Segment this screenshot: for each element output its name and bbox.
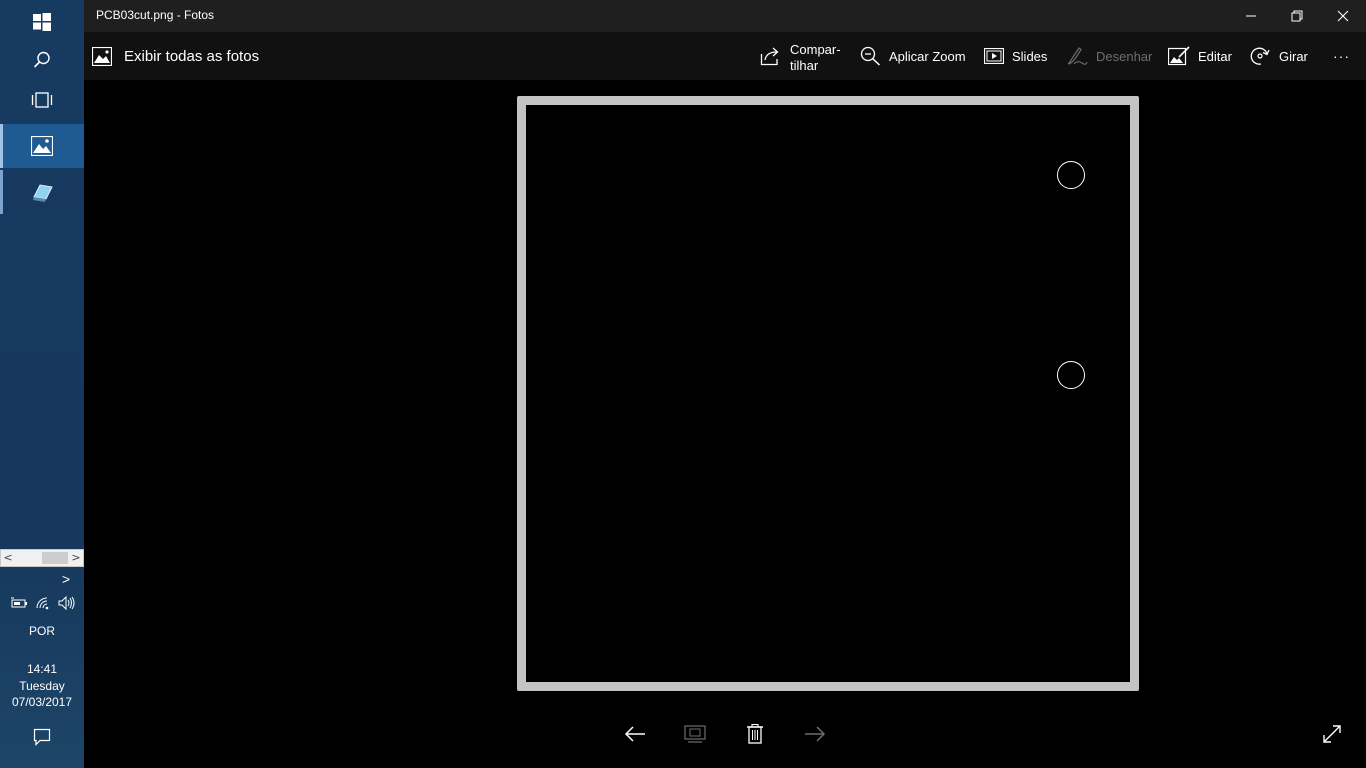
arrow-left-icon: [624, 726, 645, 742]
share-label-line1: Compar-: [790, 42, 841, 57]
present-button[interactable]: [679, 718, 711, 750]
system-tray-icons: [10, 595, 76, 611]
input-language-indicator[interactable]: POR: [0, 624, 84, 638]
trash-icon: [747, 724, 763, 744]
zoom-out-icon: [860, 46, 881, 66]
search-button[interactable]: [0, 38, 84, 82]
app-eraser-icon: [33, 184, 53, 202]
task-view-icon: [31, 92, 53, 108]
active-indicator: [0, 124, 3, 168]
restore-icon: [1291, 10, 1303, 22]
more-options-button[interactable]: ···: [1333, 32, 1350, 80]
pcb-hole: [1057, 361, 1085, 389]
scroll-right-button[interactable]: >: [69, 550, 83, 566]
task-view-button[interactable]: [0, 78, 84, 122]
window-title: PCB03cut.png - Fotos: [96, 8, 215, 22]
share-label-line2: tilhar: [790, 58, 819, 73]
clock-date[interactable]: 07/03/2017: [0, 695, 84, 709]
rotate-icon: [1250, 47, 1270, 65]
title-bar: PCB03cut.png - Fotos: [84, 0, 1366, 32]
search-icon: [33, 51, 50, 68]
draw-label: Desenhar: [1096, 48, 1153, 64]
pcb-hole: [1057, 161, 1085, 189]
show-all-photos-button[interactable]: Exibir todas as fotos: [92, 45, 259, 67]
scroll-left-button[interactable]: <: [1, 550, 15, 566]
action-center-button[interactable]: [0, 717, 84, 757]
share-icon: [760, 47, 779, 66]
slideshow-label: Slides: [1012, 48, 1048, 64]
delete-button[interactable]: [739, 718, 771, 750]
draw-pen-icon: [1067, 47, 1088, 65]
more-icon: ···: [1333, 48, 1350, 64]
close-button[interactable]: [1320, 0, 1366, 32]
present-icon: [684, 725, 706, 743]
minimize-icon: [1246, 15, 1256, 17]
scroll-thumb[interactable]: [42, 552, 68, 564]
open-indicator: [0, 170, 3, 214]
expand-icon: [1323, 725, 1341, 743]
taskbar-app-other[interactable]: [0, 170, 84, 214]
taskbar-app-photos[interactable]: [0, 124, 84, 168]
photo-canvas[interactable]: [517, 96, 1139, 691]
clock-time[interactable]: 14:41: [0, 662, 84, 676]
restore-button[interactable]: [1274, 0, 1320, 32]
slideshow-button[interactable]: Slides: [984, 32, 1047, 80]
edit-image-icon: [1168, 46, 1190, 66]
command-bar: Exibir todas as fotos Compar- tilhar Apl…: [84, 32, 1366, 80]
rotate-button[interactable]: Girar: [1250, 32, 1308, 80]
zoom-label: Aplicar Zoom: [889, 48, 966, 64]
volume-icon[interactable]: [58, 596, 76, 610]
notification-icon: [33, 728, 51, 746]
slideshow-icon: [984, 48, 1004, 64]
next-photo-button[interactable]: [799, 718, 831, 750]
full-screen-button[interactable]: [1316, 718, 1348, 750]
draw-button[interactable]: Desenhar: [1066, 32, 1152, 80]
zoom-button[interactable]: Aplicar Zoom: [860, 32, 966, 80]
windows-logo-icon: [33, 13, 51, 31]
photo-collection-icon: [92, 46, 112, 66]
clock-day[interactable]: Tuesday: [0, 679, 84, 693]
taskbar: < > > POR 14:41 Tuesday 07/03/2017: [0, 0, 84, 768]
share-button[interactable]: Compar- tilhar: [760, 32, 841, 80]
previous-photo-button[interactable]: [619, 718, 651, 750]
minimize-button[interactable]: [1228, 0, 1274, 32]
battery-icon[interactable]: [10, 597, 28, 609]
tray-expand-chevron[interactable]: >: [26, 571, 106, 587]
edit-label: Editar: [1198, 48, 1232, 64]
taskbar-horizontal-scrollbar[interactable]: < >: [0, 549, 84, 567]
wifi-icon[interactable]: [35, 596, 51, 610]
show-all-photos-label: Exibir todas as fotos: [124, 47, 260, 65]
rotate-label: Girar: [1279, 48, 1308, 64]
arrow-right-icon: [805, 726, 826, 742]
close-icon: [1337, 10, 1349, 22]
edit-button[interactable]: Editar: [1168, 32, 1232, 80]
photos-app-icon: [31, 136, 53, 156]
